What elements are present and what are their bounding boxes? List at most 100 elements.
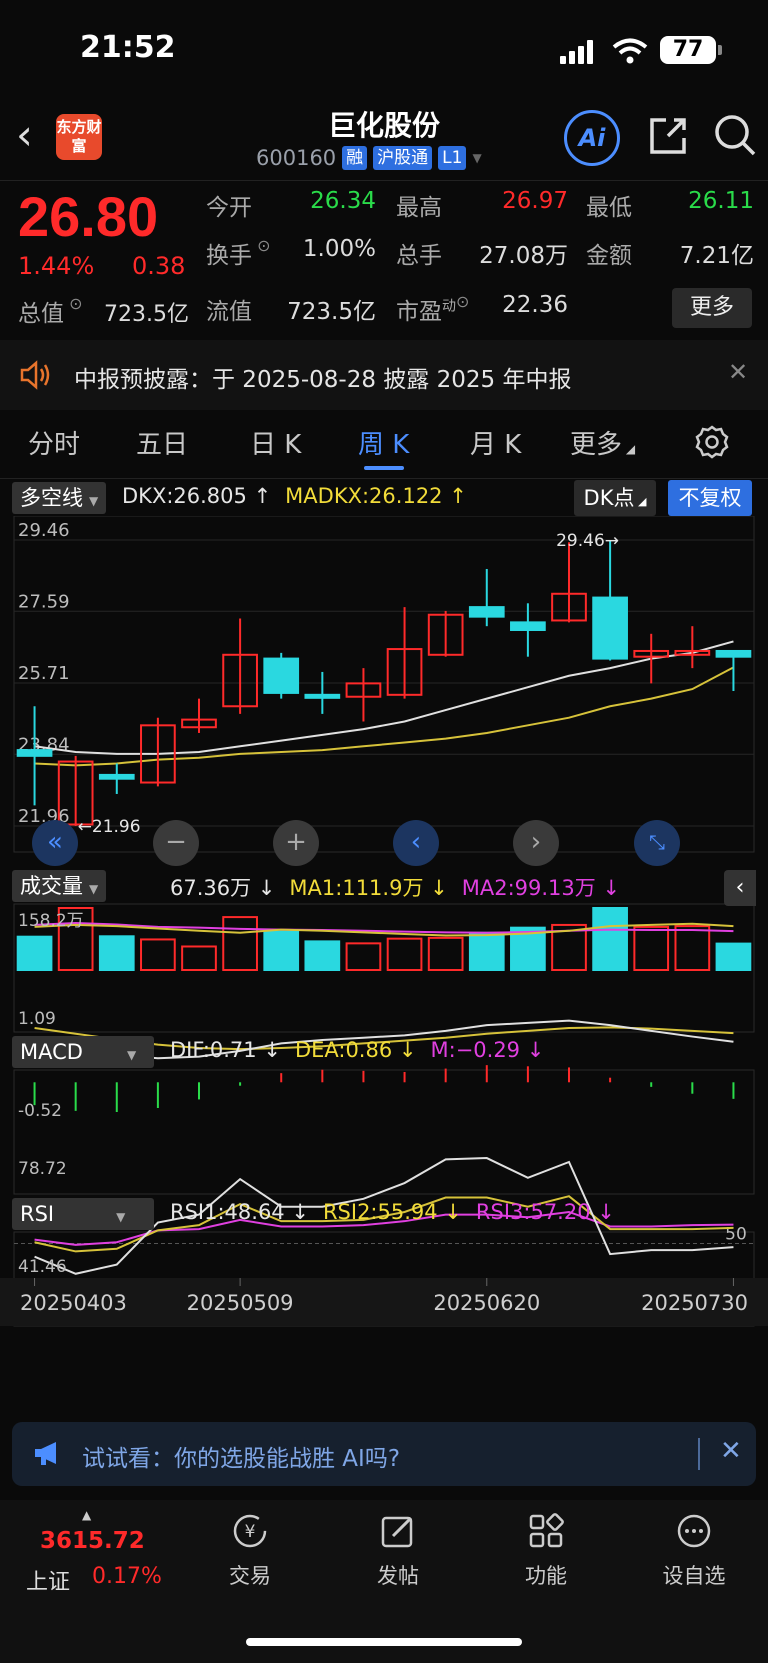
- open-label: 今开: [206, 195, 252, 221]
- main-indicator-values: DKX:26.805 ↑ MADKX:26.122 ↑: [122, 484, 467, 508]
- close-icon[interactable]: ✕: [728, 358, 748, 386]
- tab-intraday[interactable]: 分时: [28, 424, 80, 461]
- volume-bar: [140, 938, 176, 971]
- volume-bar: [674, 925, 711, 972]
- index-name[interactable]: 上证: [26, 1564, 70, 1596]
- zoom-out-icon[interactable]: −: [153, 820, 199, 866]
- scroll-right-icon[interactable]: ›: [513, 820, 559, 866]
- tab-weekly-k[interactable]: 周 K: [358, 424, 409, 461]
- price-panel-frame: [13, 516, 755, 853]
- dk-point-button[interactable]: DK点 ◢: [574, 480, 656, 516]
- turnover-value: 1.00%: [302, 236, 376, 262]
- volume-ma1: MA1:111.9万 ↓: [289, 876, 448, 900]
- dkx-line: [34, 640, 734, 755]
- volume-indicator-bar: 成交量 ▼ 67.36万 ↓ MA1:111.9万 ↓ MA2:99.13万 ↓: [0, 868, 768, 904]
- index-up-icon: ▲: [82, 1508, 92, 1522]
- info-icon[interactable]: ⊙: [64, 294, 82, 313]
- volume-value: 67.36万 ↓: [170, 876, 276, 900]
- notice-banner[interactable]: 中报预披露：于 2025-08-28 披露 2025 年中报 ✕: [0, 340, 768, 410]
- candle-body: [715, 649, 752, 658]
- rsi-indicator-bar: RSI ▼ RSI1:48.64 ↓ RSI2:55.94 ↓ RSI3:57.2…: [0, 1196, 768, 1232]
- no-adjust-button[interactable]: 不复权: [668, 480, 752, 516]
- volume-bar: [16, 935, 53, 972]
- macd-indicator-values: DIF:0.71 ↓ DEA:0.86 ↓ M:−0.29 ↓: [170, 1038, 544, 1062]
- first-page-icon[interactable]: «: [32, 820, 78, 866]
- low-label: 最低: [586, 195, 632, 221]
- macd-m: M:−0.29 ↓: [430, 1038, 545, 1062]
- volume-indicator-values: 67.36万 ↓ MA1:111.9万 ↓ MA2:99.13万 ↓: [170, 872, 620, 902]
- level-tag: L1: [438, 146, 467, 170]
- stock-code: 600160: [256, 146, 337, 170]
- battery-icon: 77: [660, 36, 722, 64]
- volume-axis-label: 158.2万: [18, 911, 84, 931]
- close-icon[interactable]: ✕: [720, 1436, 742, 1466]
- tabs-divider: [0, 478, 768, 479]
- float-value: 723.5亿: [287, 299, 376, 325]
- search-icon[interactable]: [712, 112, 758, 158]
- rsi-axis-label: 41.46: [18, 1257, 67, 1277]
- nav-trade[interactable]: ¥ 交易: [200, 1512, 300, 1590]
- zoom-in-icon[interactable]: +: [273, 820, 319, 866]
- rsi-indicator-values: RSI1:48.64 ↓ RSI2:55.94 ↓ RSI3:57.20 ↓: [170, 1200, 615, 1224]
- edit-icon: [381, 1516, 413, 1548]
- status-time: 21:52: [80, 30, 176, 65]
- svg-text:¥: ¥: [245, 1522, 256, 1542]
- current-price: 26.80: [18, 185, 159, 248]
- rsi-axis-label: 78.72: [18, 1159, 67, 1179]
- tab-monthly-k[interactable]: 月 K: [470, 424, 521, 461]
- tab-five-day[interactable]: 五日: [136, 424, 188, 461]
- index-value[interactable]: 3615.72: [40, 1528, 145, 1554]
- scroll-left-icon[interactable]: ‹: [393, 820, 439, 866]
- info-icon[interactable]: ⊙: [252, 236, 270, 255]
- nav-post-label: 发帖: [377, 1564, 419, 1588]
- chevron-down-icon: ▼: [472, 151, 482, 165]
- notice-text: 中报预披露：于 2025-08-28 披露 2025 年中报: [74, 367, 572, 393]
- rsi1-value: RSI1:48.64 ↓: [170, 1200, 309, 1224]
- rsi-indicator-select[interactable]: RSI ▼: [12, 1198, 154, 1230]
- promo-text: 试试看：你的选股能战胜 AI吗?: [82, 1446, 401, 1472]
- ai-button[interactable]: Ai: [564, 110, 620, 166]
- fullscreen-icon[interactable]: ⤡: [634, 820, 680, 866]
- nav-functions[interactable]: 功能: [496, 1512, 596, 1590]
- nav-post[interactable]: 发帖: [348, 1512, 448, 1590]
- cellular-signal-icon: [560, 40, 596, 64]
- rsi2-value: RSI2:55.94 ↓: [322, 1200, 462, 1224]
- price-axis-label: 29.46: [18, 520, 70, 541]
- macd-indicator-bar: MACD ▼ DIF:0.71 ↓ DEA:0.86 ↓ M:−0.29 ↓: [0, 1034, 768, 1070]
- stock-code-row[interactable]: 600160 融 沪股通 L1 ▼: [256, 146, 482, 170]
- madkx-line: [34, 666, 734, 767]
- chart-tabs: 分时 五日 日 K 周 K 月 K 更多 ◢: [0, 418, 768, 474]
- volume-bar: [468, 931, 505, 971]
- volume-bar: [304, 940, 341, 972]
- kline-chart[interactable]: 29.4627.5925.7123.8421.9629.46→←21.96158…: [0, 516, 768, 1421]
- gear-icon[interactable]: [694, 424, 730, 460]
- dkx-value: DKX:26.805 ↑: [122, 484, 272, 508]
- x-axis-label: 20250403: [20, 1291, 127, 1315]
- main-indicator-select[interactable]: 多空线 ▼: [12, 482, 107, 514]
- macd-indicator-select[interactable]: MACD ▼: [12, 1036, 154, 1068]
- volume-bar: [181, 945, 217, 972]
- stock-header: ‹ 东方财富 巨化股份 600160 融 沪股通 L1 ▼ Ai: [0, 100, 768, 180]
- info-icon[interactable]: ⊙: [456, 292, 469, 311]
- trade-icon: ¥: [233, 1514, 267, 1548]
- candle-body: [263, 657, 300, 694]
- promo-banner[interactable]: 试试看：你的选股能战胜 AI吗? ✕: [12, 1422, 756, 1486]
- speaker-icon: [20, 360, 50, 390]
- more-button[interactable]: 更多: [672, 288, 752, 328]
- macd-panel-frame: [13, 1069, 755, 1195]
- share-icon[interactable]: [646, 114, 690, 158]
- nav-add-watchlist[interactable]: 设自选: [644, 1512, 744, 1590]
- volume-label: 总手: [396, 243, 442, 269]
- volume-ma2: MA2:99.13万 ↓: [461, 876, 621, 900]
- chevron-left-icon[interactable]: ‹: [724, 870, 756, 906]
- volume-bar: [386, 937, 423, 971]
- change-amount: 0.38: [132, 252, 186, 280]
- macd-dea: DEA:0.86 ↓: [294, 1038, 417, 1062]
- tab-more[interactable]: 更多 ◢: [570, 424, 635, 461]
- volume-bar: [633, 925, 670, 972]
- volume-indicator-select[interactable]: 成交量 ▼: [12, 870, 107, 902]
- active-tab-indicator: [364, 466, 404, 470]
- low-value: 26.11: [688, 188, 754, 214]
- more-dots-icon: [677, 1514, 711, 1548]
- tab-daily-k[interactable]: 日 K: [250, 424, 301, 461]
